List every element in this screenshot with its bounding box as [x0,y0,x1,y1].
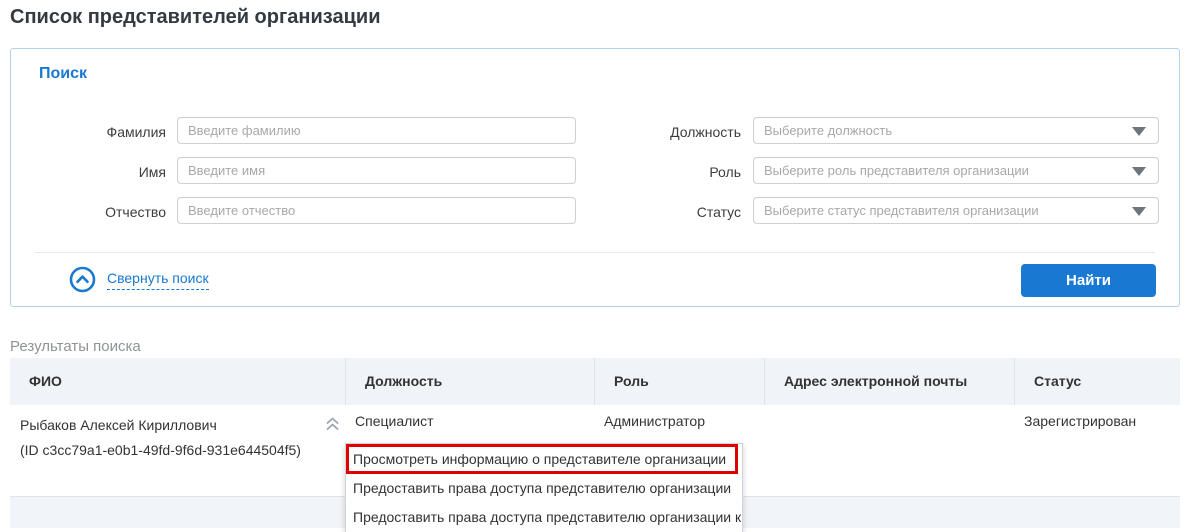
chevron-up-circle-icon [69,266,96,293]
position-label: Должность [541,124,741,140]
chevron-down-icon [1132,127,1146,136]
role-label: Роль [541,164,741,180]
page-title: Список представителей организации [10,6,381,29]
collapse-search-label: Свернуть поиск [107,270,209,290]
collapse-search-link[interactable]: Свернуть поиск [69,266,209,293]
column-header-status: Статус [1014,358,1180,405]
double-chevron-up-icon[interactable] [325,416,340,432]
status-select[interactable]: Выберите статус представителя организаци… [753,197,1159,224]
middlename-label: Отчество [11,204,166,220]
menu-item-grant-access[interactable]: Предоставить права доступа представителю… [346,474,742,503]
chevron-down-icon [1132,167,1146,176]
role-select[interactable]: Выберите роль представителя организации [753,157,1159,184]
representative-name: Рыбаков Алексей Кириллович [20,413,345,438]
results-title: Результаты поиска [10,338,141,355]
status-select-placeholder: Выберите статус представителя организаци… [754,198,1158,223]
cell-fio: Рыбаков Алексей Кириллович (ID c3cc79a1-… [10,405,345,496]
search-panel-title: Поиск [39,65,87,83]
cell-email [764,405,1014,496]
chevron-down-icon [1132,207,1146,216]
menu-item-grant-reports[interactable]: Предоставить права доступа представителю… [346,503,742,532]
find-button[interactable]: Найти [1021,264,1156,297]
lastname-label: Фамилия [11,124,166,140]
panel-divider [35,252,1155,253]
table-header-row: ФИО Должность Роль Адрес электронной поч… [10,358,1180,405]
status-label: Статус [541,204,741,220]
row-actions-menu: Просмотреть информацию о представителе о… [345,443,743,532]
position-select-placeholder: Выберите должность [754,118,1158,143]
column-header-position: Должность [345,358,594,405]
firstname-label: Имя [11,164,166,180]
menu-item-view-info[interactable]: Просмотреть информацию о представителе о… [346,444,738,474]
cell-status: Зарегистрирован [1014,405,1180,496]
firstname-input[interactable] [177,157,576,184]
middlename-input[interactable] [177,197,576,224]
representative-id: (ID c3cc79a1-e0b1-49fd-9f6d-931e644504f5… [20,438,345,463]
lastname-input[interactable] [177,117,576,144]
position-select[interactable]: Выберите должность [753,117,1159,144]
role-select-placeholder: Выберите роль представителя организации [754,158,1158,183]
column-header-role: Роль [594,358,764,405]
column-header-email: Адрес электронной почты [764,358,1014,405]
column-header-fio: ФИО [10,358,345,405]
search-panel: Поиск Фамилия Имя Отчество Должность Выб… [10,48,1180,307]
